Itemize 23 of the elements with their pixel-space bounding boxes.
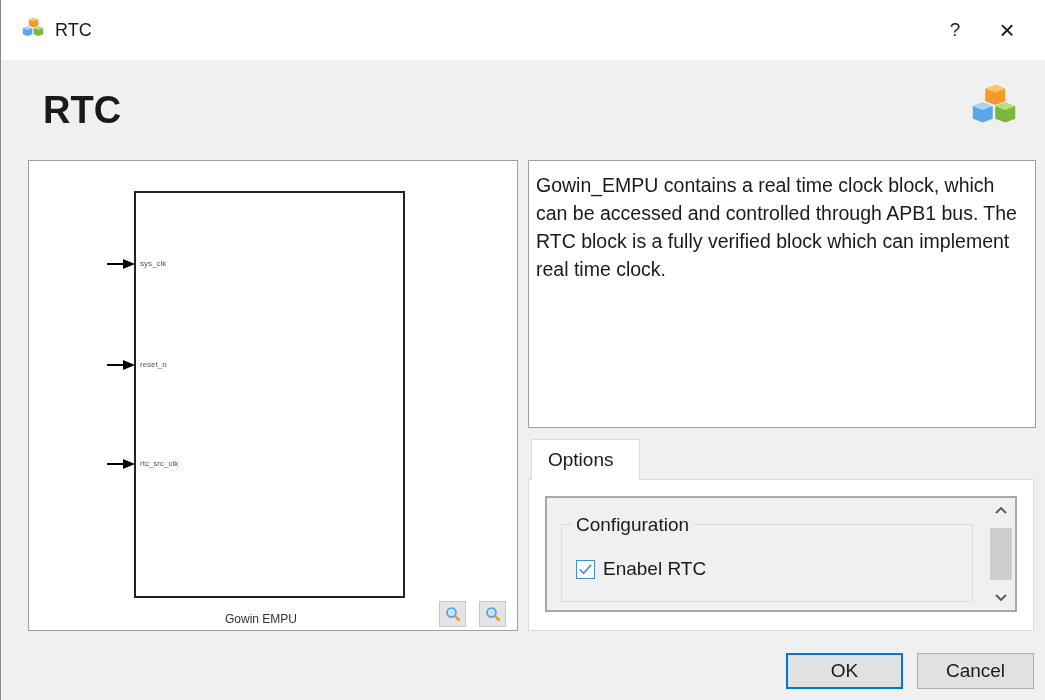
- pin-arrow: [106, 259, 135, 269]
- dialog-button[interactable]: OK: [786, 653, 903, 689]
- close-button[interactable]: ×: [989, 10, 1025, 50]
- block-label: Gowin EMPU: [225, 611, 298, 628]
- caret-up-icon[interactable]: [995, 506, 1007, 514]
- description-box: Gowin_EMPU contains a real time clock block, which can be accessed and controlled through APB1 bus. The RTC block is a fully verified block which can implement real time clock.: [528, 160, 1036, 428]
- zoom-in-button[interactable]: [439, 601, 466, 627]
- checkbox[interactable]: [576, 559, 595, 579]
- page-heading: RTC: [43, 87, 122, 133]
- tab[interactable]: Options: [531, 439, 640, 480]
- magnifier-icon: [444, 606, 461, 622]
- pin-label: reset_n: [140, 360, 167, 370]
- pin-label: rtc_src_clk: [140, 459, 179, 469]
- zoom-out-button[interactable]: [479, 601, 506, 627]
- pin-arrow: [106, 459, 135, 469]
- checkbox-label: Enabel RTC: [603, 557, 707, 581]
- dialog-button[interactable]: Cancel: [917, 653, 1034, 689]
- magnifier-icon: [484, 606, 501, 622]
- help-button[interactable]: ?: [935, 15, 975, 45]
- pin-label: sys_clk: [140, 259, 167, 269]
- window-title: RTC: [55, 18, 92, 42]
- caret-down-icon[interactable]: [995, 594, 1007, 602]
- pin-arrow: [106, 360, 135, 370]
